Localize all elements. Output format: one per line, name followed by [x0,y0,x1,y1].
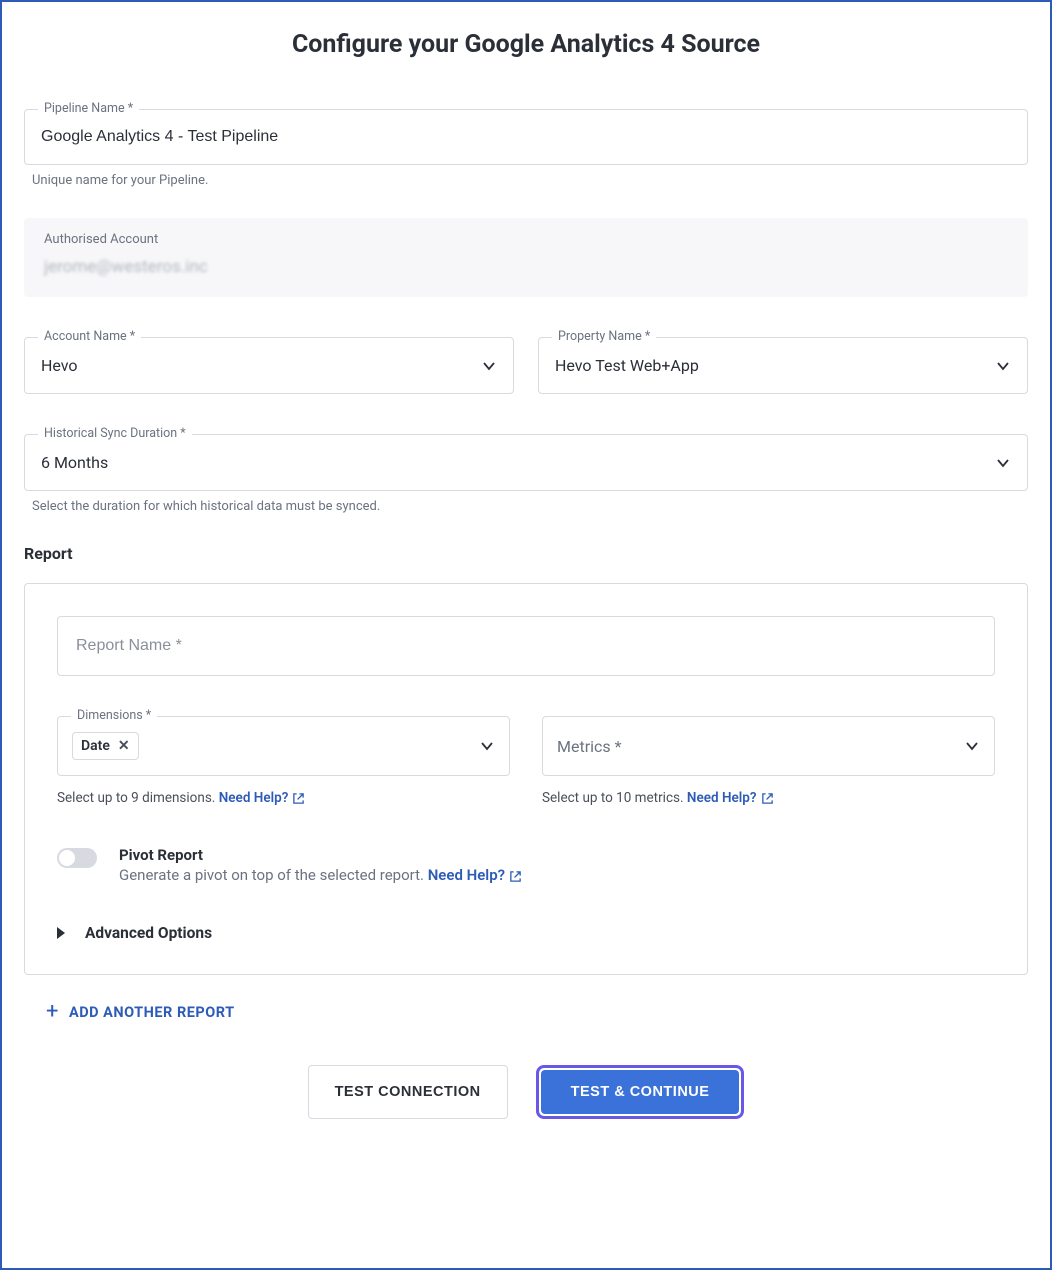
metrics-select[interactable]: Metrics * [542,716,995,776]
authorised-account-value: jerome@westeros.inc [44,257,1008,277]
dimensions-label: Dimensions * [71,708,157,723]
dimensions-select[interactable]: Date ✕ [57,716,510,776]
caret-right-icon [57,927,65,939]
footer-buttons: TEST CONNECTION TEST & CONTINUE [24,1065,1028,1119]
chevron-down-icon [995,358,1011,374]
report-name-input[interactable] [57,616,995,676]
historical-sync-helper: Select the duration for which historical… [32,499,1028,514]
external-link-icon [761,790,774,806]
property-name-field: Property Name * Hevo Test Web+App [538,337,1028,394]
report-section-label: Report [24,544,1028,563]
property-name-select[interactable]: Hevo Test Web+App [538,337,1028,394]
dimensions-field: Dimensions * Date ✕ [57,716,510,776]
pivot-help-link[interactable]: Need Help? [428,866,522,884]
metrics-placeholder: Metrics * [557,737,622,756]
add-another-report-button[interactable]: + ADD ANOTHER REPORT [46,1001,235,1023]
account-name-value: Hevo [41,356,78,375]
close-icon[interactable]: ✕ [118,739,130,753]
advanced-options-label: Advanced Options [85,924,212,942]
dimension-chip-label: Date [81,738,110,754]
account-name-label: Account Name * [38,329,141,344]
historical-sync-select[interactable]: 6 Months [24,434,1028,491]
chevron-down-icon [481,358,497,374]
pipeline-name-input[interactable] [24,109,1028,165]
chevron-down-icon [995,455,1011,471]
dimensions-help-link[interactable]: Need Help? [219,790,306,806]
pivot-row: Pivot Report Generate a pivot on top of … [57,846,995,884]
chevron-down-icon [964,738,980,754]
test-connection-button[interactable]: TEST CONNECTION [308,1065,508,1119]
plus-icon: + [46,1001,59,1023]
pivot-toggle[interactable] [57,848,97,868]
primary-button-highlight: TEST & CONTINUE [536,1065,745,1119]
authorised-account-block: Authorised Account jerome@westeros.inc [24,218,1028,297]
historical-sync-value: 6 Months [41,453,108,472]
page-title: Configure your Google Analytics 4 Source [24,30,1028,59]
historical-sync-field: Historical Sync Duration * 6 Months [24,434,1028,491]
pivot-title: Pivot Report [119,846,522,864]
add-another-report-label: ADD ANOTHER REPORT [69,1004,235,1021]
account-name-field: Account Name * Hevo [24,337,514,394]
pivot-description: Generate a pivot on top of the selected … [119,866,522,884]
report-box: Dimensions * Date ✕ Select up to 9 dimen… [24,583,1028,975]
chevron-down-icon [479,738,495,754]
metrics-helper: Select up to 10 metrics. Need Help? [542,790,995,806]
test-continue-button[interactable]: TEST & CONTINUE [541,1070,740,1114]
account-name-select[interactable]: Hevo [24,337,514,394]
property-name-value: Hevo Test Web+App [555,356,699,375]
authorised-account-label: Authorised Account [44,232,1008,247]
pipeline-name-helper: Unique name for your Pipeline. [32,173,1028,188]
metrics-help-link[interactable]: Need Help? [687,790,774,806]
property-name-label: Property Name * [552,329,656,344]
advanced-options-toggle[interactable]: Advanced Options [57,924,995,942]
dimension-chip-date: Date ✕ [72,732,139,760]
pipeline-name-field: Pipeline Name * [24,109,1028,165]
historical-sync-label: Historical Sync Duration * [38,426,192,441]
external-link-icon [509,866,522,884]
pipeline-name-label: Pipeline Name * [38,101,139,116]
dimensions-helper: Select up to 9 dimensions. Need Help? [57,790,510,806]
external-link-icon [292,790,305,806]
